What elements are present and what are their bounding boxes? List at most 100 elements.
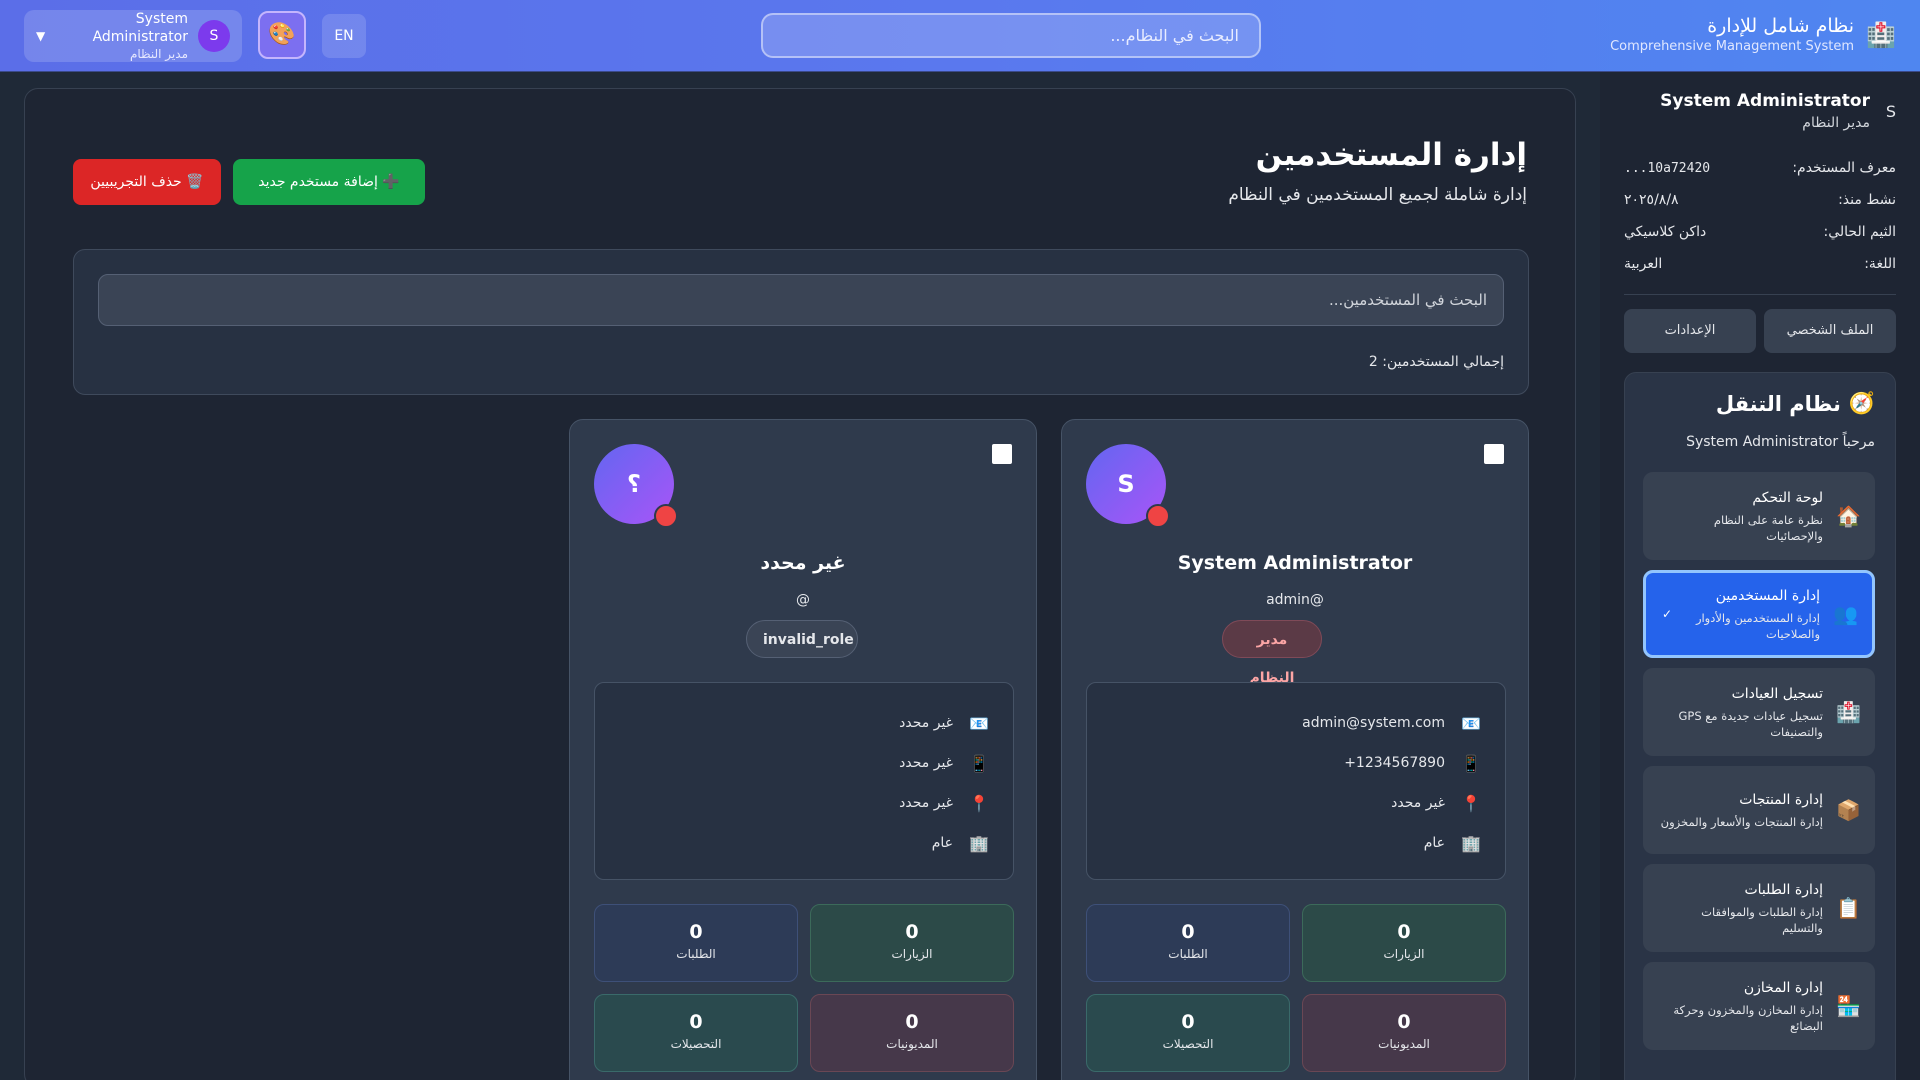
- stat-label: الطلبات: [676, 947, 716, 961]
- brand-subtitle: Comprehensive Management System: [1610, 39, 1854, 54]
- status-dot: [654, 504, 678, 528]
- filter-panel: إجمالي المستخدمين: 2: [73, 249, 1529, 395]
- info-row-language: اللغة: العربية: [1624, 248, 1896, 280]
- theme-button[interactable]: 🎨: [258, 11, 306, 59]
- stat-visits: 0 الزيارات: [1302, 904, 1506, 982]
- nav-item-title: إدارة الطلبات: [1744, 882, 1823, 898]
- info-row-theme: الثيم الحالي: داكن كلاسيكي: [1624, 216, 1896, 248]
- hospital-icon: 🏥: [1866, 21, 1896, 49]
- plus-icon: ➕: [382, 174, 400, 190]
- stat-visits: 0 الزيارات: [810, 904, 1014, 982]
- brand-title: نظام شامل للإدارة: [1707, 15, 1854, 37]
- stat-value: 0: [1181, 921, 1195, 943]
- department-value: عام: [931, 835, 953, 851]
- location-pin-icon: 📍: [1461, 793, 1481, 813]
- settings-button[interactable]: الإعدادات: [1624, 309, 1756, 353]
- nav-item-desc: إدارة المستخدمين والأدوار والصلاحيات: [1695, 611, 1820, 641]
- phone-value: غير محدد: [899, 755, 953, 771]
- sidebar-item-warehouses[interactable]: 🏪 إدارة المخازن إدارة المخازن والمخزون وح…: [1643, 962, 1875, 1050]
- user-info-list: معرف المستخدم: ...10a72420 نشط منذ: ٢٠٢٥/٨…: [1624, 152, 1896, 280]
- info-value: العربية: [1624, 256, 1663, 272]
- stat-label: المديونيات: [886, 1037, 938, 1051]
- language-toggle-button[interactable]: EN: [322, 14, 366, 58]
- stat-value: 0: [689, 921, 703, 943]
- contact-info: 📧 غير محدد 📱 غير محدد 📍 غير محدد 🏢 عام: [594, 682, 1014, 880]
- page-title: إدارة المستخدمين: [1255, 137, 1527, 173]
- status-dot: [1146, 504, 1170, 528]
- sidebar-user-name: System Administrator: [1660, 91, 1870, 111]
- info-label: معرف المستخدم:: [1792, 160, 1896, 176]
- stat-label: التحصيلات: [1162, 1037, 1214, 1051]
- stat-label: الزيارات: [1383, 947, 1425, 961]
- sidebar-item-orders[interactable]: 📋 إدارة الطلبات إدارة الطلبات والموافقات …: [1643, 864, 1875, 952]
- nav-item-title: إدارة المستخدمين: [1715, 588, 1820, 604]
- info-value: داكن كلاسيكي: [1624, 224, 1707, 240]
- building-icon: 🏢: [1461, 833, 1481, 853]
- user-menu-role: مدير النظام: [129, 47, 188, 61]
- department-value: عام: [1423, 835, 1445, 851]
- clipboard-icon: 📋: [1836, 896, 1861, 920]
- sidebar-user-panel: S System Administrator مدير النظام معرف …: [1624, 90, 1896, 353]
- user-menu-button[interactable]: ▼ System Administrator مدير النظام S: [24, 10, 242, 62]
- add-user-button[interactable]: ➕ إضافة مستخدم جديد: [233, 159, 425, 205]
- user-menu-name: System Administrator: [92, 11, 188, 45]
- info-label: اللغة:: [1864, 256, 1896, 272]
- sidebar-user-role: مدير النظام: [1802, 115, 1870, 131]
- phone-value: +1234567890: [1344, 755, 1445, 771]
- check-icon: ✓: [1661, 607, 1672, 621]
- top-navbar: 🏥 نظام شامل للإدارة Comprehensive Manage…: [0, 0, 1920, 72]
- page-subtitle: إدارة شاملة لجميع المستخدمين في النظام: [1228, 185, 1527, 205]
- sidebar-item-dashboard[interactable]: 🏠 لوحة التحكم نظرة عامة على النظام والإحص…: [1643, 472, 1875, 560]
- stat-label: المديونيات: [1378, 1037, 1430, 1051]
- phone-icon: 📱: [1461, 753, 1481, 773]
- select-checkbox[interactable]: [992, 444, 1012, 464]
- username: @: [796, 592, 810, 608]
- stat-debts: 0 المديونيات: [810, 994, 1014, 1072]
- palette-icon: 🎨: [268, 22, 296, 47]
- user-search-input[interactable]: [98, 274, 1504, 326]
- nav-item-desc: تسجيل عيادات جديدة مع GPS والتصنيفات: [1678, 709, 1823, 739]
- user-card: ؟ غير محدد @ invalid_role 📧 غير محدد 📱 غير…: [569, 419, 1037, 1080]
- avatar: S: [1885, 102, 1896, 121]
- info-value: ...10a72420: [1624, 160, 1711, 176]
- total-users: إجمالي المستخدمين: 2: [1368, 354, 1504, 370]
- location-value: غير محدد: [899, 795, 953, 811]
- stat-label: الزيارات: [891, 947, 933, 961]
- nav-item-title: لوحة التحكم: [1752, 490, 1823, 506]
- package-icon: 📦: [1836, 798, 1861, 822]
- profile-button[interactable]: الملف الشخصي: [1764, 309, 1896, 353]
- stat-collections: 0 التحصيلات: [594, 994, 798, 1072]
- chevron-down-icon: ▼: [36, 29, 46, 43]
- stat-value: 0: [1397, 921, 1411, 943]
- stat-label: الطلبات: [1168, 947, 1208, 961]
- stat-value: 0: [1397, 1011, 1411, 1033]
- email-icon: 📧: [1461, 713, 1481, 733]
- stat-value: 0: [905, 921, 919, 943]
- stat-orders: 0 الطلبات: [594, 904, 798, 982]
- stat-orders: 0 الطلبات: [1086, 904, 1290, 982]
- delete-demo-users-button[interactable]: 🗑️ حذف التجريبيين: [73, 159, 221, 205]
- nav-item-title: إدارة المخازن: [1743, 980, 1823, 996]
- stat-collections: 0 التحصيلات: [1086, 994, 1290, 1072]
- email-value: admin@system.com: [1302, 715, 1445, 731]
- global-search-input[interactable]: [761, 13, 1261, 58]
- brand[interactable]: 🏥 نظام شامل للإدارة Comprehensive Manage…: [1610, 14, 1896, 56]
- info-value: ٢٠٢٥/٨/٨: [1624, 192, 1679, 208]
- stat-value: 0: [905, 1011, 919, 1033]
- sidebar-item-clinics[interactable]: 🏥 تسجيل العيادات تسجيل عيادات جديدة مع GP…: [1643, 668, 1875, 756]
- sidebar-item-products[interactable]: 📦 إدارة المنتجات إدارة المنتجات والأسعار …: [1643, 766, 1875, 854]
- user-card: S System Administrator admin@ مدير النظا…: [1061, 419, 1529, 1080]
- role-badge: invalid_role: [746, 620, 858, 658]
- stat-debts: 0 المديونيات: [1302, 994, 1506, 1072]
- nav-item-desc: نظرة عامة على النظام والإحصائيات: [1713, 513, 1823, 543]
- sidebar-item-users[interactable]: 👥 إدارة المستخدمين إدارة المستخدمين والأد…: [1643, 570, 1875, 658]
- select-checkbox[interactable]: [1484, 444, 1504, 464]
- phone-icon: 📱: [969, 753, 989, 773]
- info-label: الثيم الحالي:: [1823, 224, 1896, 240]
- avatar: S: [198, 20, 230, 52]
- info-label: نشط منذ:: [1838, 192, 1896, 208]
- divider: [1624, 294, 1896, 295]
- delete-demo-label: حذف التجريبيين: [90, 174, 182, 190]
- location-pin-icon: 📍: [969, 793, 989, 813]
- nav-item-desc: إدارة المخازن والمخزون وحركة البضائع: [1673, 1003, 1823, 1033]
